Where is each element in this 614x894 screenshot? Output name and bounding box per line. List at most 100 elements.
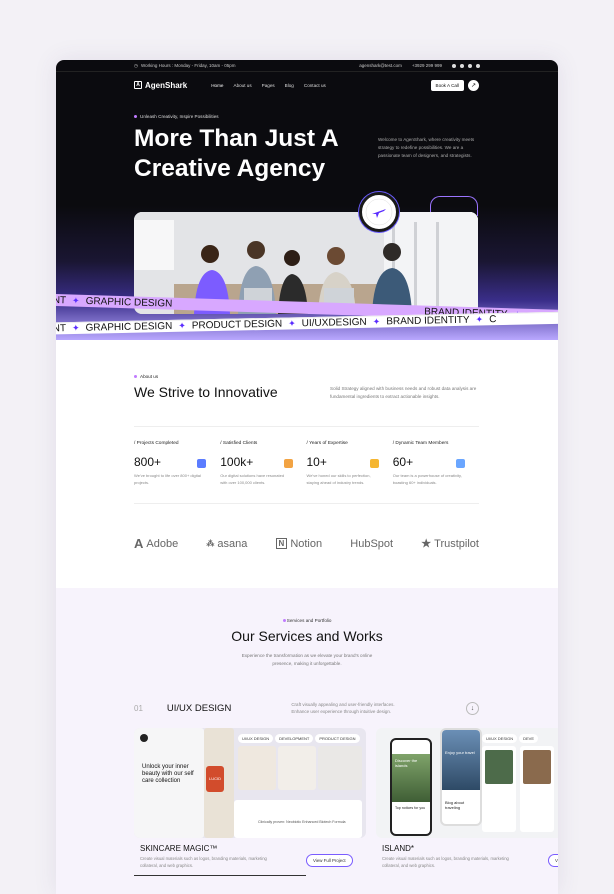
mockup-landing: Unlock your inner beauty with our self c… (134, 728, 204, 838)
trustpilot-logo: ★ Trustpilot (421, 537, 479, 551)
nav-blog[interactable]: Blog (285, 83, 294, 88)
phone-text: Top notices for you (395, 806, 426, 810)
ribbon-text: PRODUCT DESIGN (191, 318, 283, 332)
email-link[interactable]: agenshark@test.com (359, 63, 402, 68)
product-thumb (318, 746, 362, 790)
phone-screen (520, 746, 554, 832)
card-desc: Create visual materials such as logos, b… (382, 856, 509, 868)
image-thumb (523, 750, 551, 784)
nav-home[interactable]: Home (211, 83, 223, 88)
clock-icon: ◷ (134, 62, 138, 68)
services-tag-text: Services and Portfolio (286, 618, 332, 623)
hubspot-logo: HubSpot (350, 538, 393, 550)
pinterest-icon[interactable] (476, 63, 480, 68)
brand-name: AgenShark (145, 80, 188, 90)
tag-development: DEVE (519, 734, 539, 743)
nav-contact[interactable]: Contact us (304, 83, 326, 88)
mini-caption: Clinically proven: Neobiotic Enhanced Bi… (258, 820, 346, 824)
stat-label: / Satisfied Clients (220, 441, 258, 446)
tag-development: DEVELOPMENT (275, 734, 314, 743)
person-icon (283, 459, 293, 468)
card-title: ISLAND* (382, 844, 415, 853)
working-hours-text: Working Hours : Monday - Friday, 10am - … (140, 63, 236, 68)
asana-logo: ⁂ asana (206, 537, 248, 550)
image-thumb (485, 750, 513, 784)
stat-label: / Years of Expertise (306, 441, 348, 446)
sparkle-icon: ✦ (178, 320, 186, 331)
client-logos: A Adobe ⁂ asana N Notion HubSpot ★ Trustpilo… (134, 536, 479, 551)
phone-text: Enjoy your travel (445, 750, 475, 755)
adobe-logo: A Adobe (134, 536, 179, 551)
stat-label: / Projects Completed (134, 441, 179, 446)
stat-projects: / Projects Completed 800+ We've brought … (134, 427, 220, 503)
travel-image (442, 730, 480, 790)
card-desc: Create visual materials such as logos, b… (140, 856, 267, 868)
phone-link[interactable]: +3929 299 999 (412, 63, 442, 68)
project-card-skincare[interactable]: Unlock your inner beauty with our self c… (134, 728, 366, 838)
stat-value: 800+ (134, 455, 162, 469)
stat-value: 100k+ (220, 455, 254, 469)
book-call-button[interactable]: Book A Call (430, 79, 464, 91)
stat-desc: Our team is a powerhouse of creativity, … (392, 473, 462, 485)
calendar-icon (369, 459, 379, 468)
stat-desc: We've honed our skills to perfection, st… (306, 473, 371, 485)
stat-clients: / Satisfied Clients 100k+ Our digital so… (220, 427, 306, 503)
sparkle-icon: ✦ (71, 322, 80, 334)
product-label: LUCID (206, 766, 224, 792)
sparkle-icon: ✦ (288, 318, 296, 329)
brand-logo[interactable]: A AgenShark (134, 81, 187, 90)
linkedin-icon[interactable] (468, 63, 472, 68)
dot-icon (134, 375, 137, 378)
nav-about[interactable]: About us (234, 83, 252, 88)
service-desc: Craft visually appealing and user-friend… (291, 702, 395, 714)
book-website-badge[interactable] (359, 192, 399, 232)
arrow-down-icon[interactable]: ↓ (466, 701, 479, 715)
sparkle-icon: ✦ (372, 316, 381, 327)
hero-description: Welcome to AgenShark, where creativity m… (378, 137, 475, 158)
trustpilot-logo-text: Trustpilot (434, 537, 479, 550)
nav-pages[interactable]: Pages (262, 83, 275, 88)
instagram-icon[interactable] (460, 63, 464, 68)
phone-screen (482, 746, 516, 832)
hubspot-logo-text: HubSpot (350, 537, 394, 550)
sparkle-icon: ✦ (71, 294, 80, 306)
ribbon-text: ENT (56, 323, 67, 335)
ribbon-text: C (489, 314, 497, 326)
stat-desc: Our digital solutions have resonated wit… (220, 473, 285, 485)
dot-icon (282, 619, 286, 622)
service-number: 01 (134, 703, 143, 713)
view-project-button[interactable]: V (548, 854, 558, 867)
adobe-logo-text: Adobe (146, 537, 179, 550)
ribbon-text: ENT (56, 294, 67, 306)
stats-row: / Projects Completed 800+ We've brought … (134, 426, 479, 504)
rocket-icon (197, 459, 207, 468)
team-icon (456, 459, 465, 468)
card-headline: Unlock your inner beauty with our self c… (142, 764, 194, 784)
topbar-contact: agenshark@test.com +3929 299 999 (359, 63, 480, 68)
services-section: Services and Portfolio Our Services and … (56, 588, 558, 894)
project-card-island[interactable]: Discover the islands Top notices for you… (376, 728, 558, 838)
ribbon-text: GRAPHIC DESIGN (85, 320, 173, 334)
sparkle-icon: ✦ (475, 314, 484, 325)
avatar (140, 734, 148, 742)
nav-menu: Home About us Pages Blog Contact us (211, 83, 326, 88)
mini-page: Clinically proven: Neobiotic Enhanced Bi… (234, 800, 362, 838)
service-row-uiux[interactable]: 01 UI/UX DESIGN Craft visually appealing… (134, 698, 479, 718)
hero-tagline-text: Unleash Creativity, Inspire Possibilitie… (140, 114, 219, 119)
service-name: UI/UX DESIGN (166, 702, 232, 714)
notion-logo-text: Notion (290, 537, 323, 550)
stat-value: 10+ (306, 455, 327, 469)
tag-uiux: UI/UX DESIGN (482, 734, 518, 743)
notion-logo: N Notion (275, 537, 323, 550)
about-tag: About us (134, 374, 158, 379)
services-tag: Services and Portfolio (56, 618, 558, 623)
social-links (452, 63, 480, 68)
facebook-icon[interactable] (452, 63, 456, 68)
tag-product-design: PRODUCT DESIGN (315, 734, 360, 743)
arrow-up-right-icon[interactable]: ↗ (468, 79, 479, 91)
view-project-button[interactable]: View Full Project (306, 854, 353, 867)
asana-logo-text: asana (217, 537, 248, 550)
tag-uiux: UI/UX DESIGN (238, 734, 274, 743)
main-nav: A AgenShark Home About us Pages Blog Con… (134, 78, 479, 92)
services-title: Our Services and Works (231, 628, 383, 644)
